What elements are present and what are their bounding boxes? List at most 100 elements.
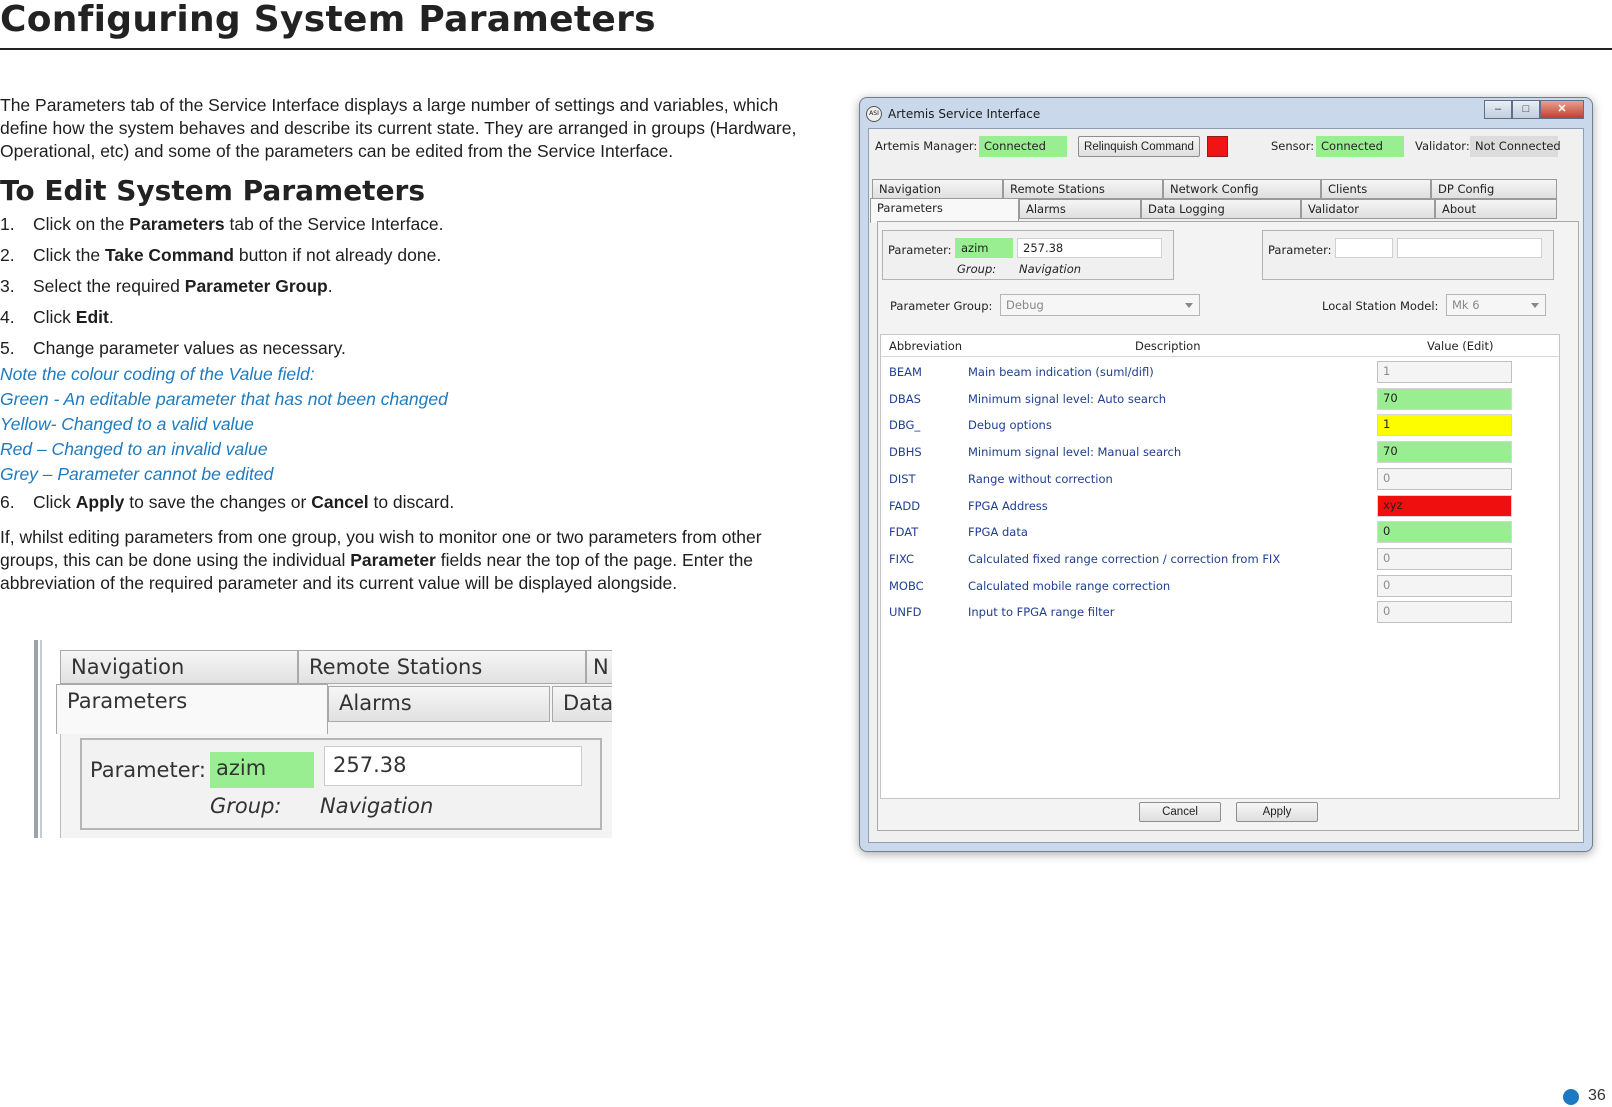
column-header-description[interactable]: Description — [1135, 339, 1201, 353]
row-value-input: 0 — [1377, 601, 1512, 624]
page-title: Configuring System Parameters — [0, 0, 656, 40]
step-1: 1. Click on the Parameters tab of the Se… — [0, 213, 800, 244]
local-station-model-select[interactable]: Mk 6 — [1446, 294, 1546, 316]
inset-tab-navigation[interactable]: Navigation — [60, 650, 298, 684]
inset-tab-data[interactable]: Data — [552, 686, 612, 722]
intro-paragraph: The Parameters tab of the Service Interf… — [0, 95, 797, 161]
column-header-abbreviation[interactable]: Abbreviation — [889, 339, 962, 353]
section-heading: To Edit System Parameters — [0, 174, 426, 207]
inset-parameter-abbrev-input[interactable]: azim — [210, 752, 314, 788]
colour-note-heading: Note the colour coding of the Value fiel… — [0, 364, 315, 384]
row-description: Debug options — [968, 418, 1052, 433]
step-number: 2. — [0, 245, 15, 265]
step-text-post: button if not already done. — [233, 245, 442, 265]
tab-dp-config[interactable]: DP Config — [1431, 179, 1557, 199]
parameter-abbrev-input[interactable]: azim — [955, 238, 1013, 258]
sensor-status-badge: Connected — [1316, 136, 1404, 157]
row-abbreviation: DBHS — [889, 445, 922, 460]
parameter-value-field: 257.38 — [1017, 238, 1162, 258]
closing-paragraph: If, whilst editing parameters from one g… — [0, 526, 800, 595]
window-controls: – □ ✕ — [1484, 100, 1584, 119]
manager-label: Artemis Manager: — [875, 139, 978, 153]
step-text-pre: Select the required — [33, 276, 185, 296]
step-text-post: tab of the Service Interface. — [224, 214, 444, 234]
step-text: Click on the Parameters tab of the Servi… — [33, 213, 444, 236]
step-5: 5. Change parameter values as necessary. — [0, 337, 800, 362]
tab-network-config[interactable]: Network Config — [1163, 179, 1321, 199]
row-description: Minimum signal level: Auto search — [968, 391, 1167, 406]
window-client-area: Artemis Manager: Connected Relinquish Co… — [868, 128, 1584, 843]
table-row: BEAM Main beam indication (suml/difl) 1 — [881, 359, 1559, 386]
tab-parameters[interactable]: Parameters — [870, 198, 1019, 223]
close-icon[interactable]: ✕ — [1540, 100, 1584, 119]
step-text-pre: Click on the — [33, 214, 130, 234]
inset-tab-cut-off[interactable]: N — [586, 650, 612, 684]
tab-data-logging[interactable]: Data Logging — [1141, 199, 1301, 219]
colour-note-green: Green - An editable parameter that has n… — [0, 389, 448, 409]
relinquish-command-button[interactable]: Relinquish Command — [1078, 136, 1200, 157]
row-value-input: 0 — [1377, 574, 1512, 597]
inset-tab-alarms[interactable]: Alarms — [328, 686, 550, 722]
row-value-input[interactable]: 1 — [1377, 414, 1512, 437]
document-body: The Parameters tab of the Service Interf… — [0, 94, 800, 595]
chevron-down-icon — [1185, 303, 1193, 308]
local-station-model-label: Local Station Model: — [1322, 299, 1439, 313]
step-text-pre: Click — [33, 307, 76, 327]
step-3: 3. Select the required Parameter Group. — [0, 275, 800, 306]
parameter-group-selected: Debug — [1006, 298, 1044, 312]
inset-tab-parameters[interactable]: Parameters — [56, 684, 328, 734]
row-value-input[interactable]: 0 — [1377, 521, 1512, 544]
row-value-input[interactable]: xyz — [1377, 494, 1512, 517]
row-description: Calculated fixed range correction / corr… — [968, 551, 1281, 566]
row-value-input[interactable]: 70 — [1377, 387, 1512, 410]
parameter-monitor-1: Parameter: azim 257.38 Group: Navigation — [882, 230, 1174, 280]
row-abbreviation: DBG_ — [889, 418, 921, 433]
table-row: DIST Range without correction 0 — [881, 466, 1559, 493]
zoomed-inset: Navigation Remote Stations N Parameters … — [0, 640, 612, 838]
parameter-abbrev-input[interactable] — [1335, 238, 1393, 258]
maximize-icon[interactable]: □ — [1512, 100, 1540, 119]
parameter-group-label: Parameter Group: — [890, 299, 993, 313]
sensor-label: Sensor: — [1271, 139, 1315, 153]
step-text-pre: Click — [33, 492, 76, 512]
apply-button[interactable]: Apply — [1236, 802, 1318, 822]
cancel-button[interactable]: Cancel — [1139, 802, 1221, 822]
parameter-group-select[interactable]: Debug — [1000, 294, 1200, 316]
manager-status-badge: Connected — [979, 136, 1067, 157]
step-text: Click Apply to save the changes or Cance… — [33, 491, 454, 514]
validator-status-badge: Not Connected — [1470, 136, 1561, 157]
row-description: Range without correction — [968, 471, 1113, 486]
step-text-bold: Parameters — [129, 214, 225, 234]
closing-text-bold: Parameter — [350, 550, 436, 570]
tab-validator[interactable]: Validator — [1301, 199, 1435, 219]
title-rule — [0, 48, 1612, 50]
step-text-bold: Parameter Group — [184, 276, 328, 296]
inset-tab-remote-stations[interactable]: Remote Stations — [298, 650, 586, 684]
parameter-value-field — [1397, 238, 1542, 258]
local-station-model-selected: Mk 6 — [1452, 298, 1480, 312]
step-4: 4. Click Edit. — [0, 306, 800, 337]
command-status-indicator — [1207, 136, 1228, 157]
step-text-bold: Apply — [75, 492, 125, 512]
tab-about[interactable]: About — [1435, 199, 1557, 219]
row-abbreviation: MOBC — [889, 578, 924, 593]
row-value-input: 0 — [1377, 547, 1512, 570]
table-row: DBHS Minimum signal level: Manual search 7… — [881, 439, 1559, 466]
row-description: Main beam indication (suml/difl) — [968, 365, 1154, 379]
tab-remote-stations[interactable]: Remote Stations — [1003, 179, 1163, 199]
tab-navigation[interactable]: Navigation — [872, 179, 1003, 199]
step-text-post: . — [327, 276, 333, 296]
parameter-label: Parameter: — [888, 243, 952, 257]
row-value-input[interactable]: 70 — [1377, 441, 1512, 464]
inset-group-label: Group: — [210, 794, 282, 818]
step-text: Select the required Parameter Group. — [33, 275, 333, 298]
row-abbreviation: UNFD — [889, 605, 922, 620]
step-text-bold: Take Command — [104, 245, 234, 265]
column-header-value[interactable]: Value (Edit) — [1427, 339, 1493, 353]
minimize-icon[interactable]: – — [1484, 100, 1512, 119]
tab-alarms[interactable]: Alarms — [1019, 199, 1141, 219]
tab-clients[interactable]: Clients — [1321, 179, 1431, 199]
row-abbreviation: BEAM — [889, 365, 922, 379]
row-description: Calculated mobile range correction — [968, 578, 1171, 593]
step-text: Change parameter values as necessary. — [33, 338, 346, 358]
